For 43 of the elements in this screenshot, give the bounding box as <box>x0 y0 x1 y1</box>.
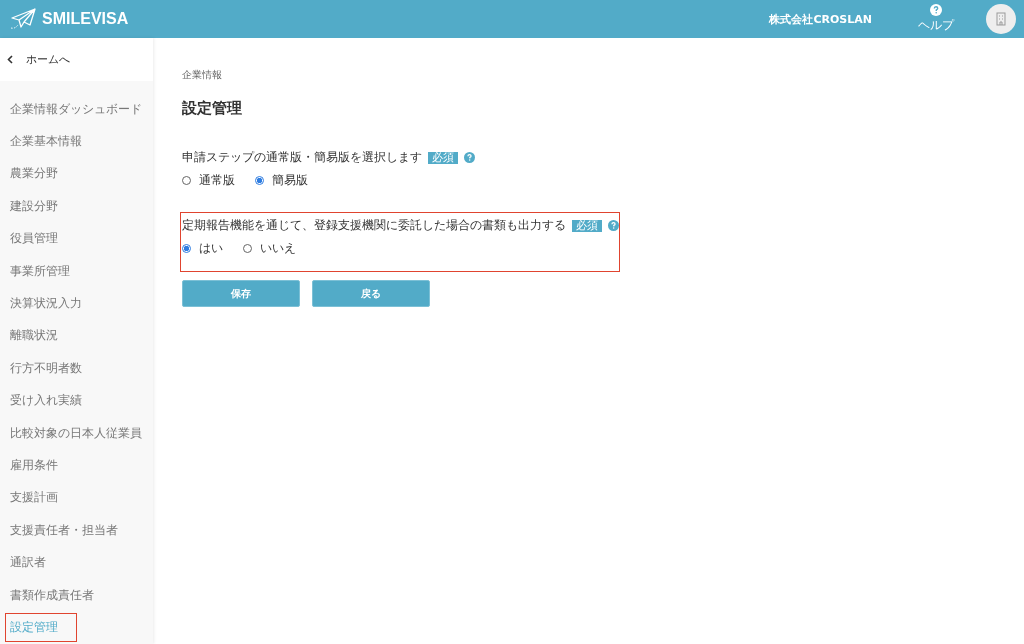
sidebar-item[interactable]: 農業分野 <box>5 161 63 187</box>
home-link[interactable]: ホームへ <box>0 38 153 81</box>
required-badge: 必須 <box>572 219 602 232</box>
building-icon <box>996 12 1006 26</box>
question-label: 申請ステップの通常版・簡易版を選択します <box>182 149 422 166</box>
sidebar-item[interactable]: 企業基本情報 <box>5 129 87 155</box>
radio-label[interactable]: 通常版 <box>199 172 235 189</box>
radio-button[interactable] <box>182 244 191 253</box>
breadcrumb[interactable]: 企業情報 <box>182 68 1024 82</box>
save-button[interactable]: 保存 <box>182 280 300 307</box>
sidebar-item[interactable]: 支援責任者・担当者 <box>5 517 123 543</box>
sidebar-item[interactable]: 書類作成責任者 <box>5 582 99 608</box>
sidebar-item[interactable]: 事業所管理 <box>5 258 75 284</box>
brand-name[interactable]: SMILEVISA <box>42 10 129 28</box>
help-link[interactable]: ヘルプ <box>918 17 954 34</box>
paper-plane-icon <box>10 8 36 30</box>
sidebar-item[interactable]: 受け入れ実績 <box>5 388 87 414</box>
company-name: 株式会社CROSLAN <box>769 11 872 27</box>
chevron-left-icon <box>7 55 13 64</box>
radio-label[interactable]: 簡易版 <box>272 172 308 189</box>
sidebar-item[interactable]: 建設分野 <box>5 193 63 219</box>
help-icon[interactable] <box>608 220 619 231</box>
sidebar-item[interactable]: 決算状況入力 <box>5 291 87 317</box>
required-badge: 必須 <box>428 151 458 164</box>
sidebar-item[interactable]: 支援計画 <box>5 485 63 511</box>
radio-label[interactable]: いいえ <box>260 240 296 257</box>
radio-label[interactable]: はい <box>199 240 223 257</box>
company-avatar[interactable] <box>986 4 1016 34</box>
sidebar-item[interactable]: 通訳者 <box>5 550 51 576</box>
home-link-label[interactable]: ホームへ <box>26 52 70 67</box>
question-label: 定期報告機能を通じて、登録支援機関に委託した場合の書類も出力する <box>182 217 566 234</box>
help-icon[interactable] <box>930 4 942 16</box>
sidebar-item[interactable]: 離職状況 <box>5 323 63 349</box>
sidebar-item[interactable]: 役員管理 <box>5 226 63 252</box>
back-button[interactable]: 戻る <box>312 280 430 307</box>
sidebar-item[interactable]: 比較対象の日本人従業員 <box>5 420 147 446</box>
radio-button[interactable] <box>255 176 264 185</box>
sidebar-item[interactable]: 雇用条件 <box>5 453 63 478</box>
sidebar-item[interactable]: 設定管理 <box>5 612 77 642</box>
sidebar-item[interactable]: 行方不明者数 <box>5 355 87 381</box>
sidebar-item[interactable]: 企業情報ダッシュボード <box>5 96 147 122</box>
page-title: 設定管理 <box>182 99 243 118</box>
help-icon[interactable] <box>464 152 475 163</box>
